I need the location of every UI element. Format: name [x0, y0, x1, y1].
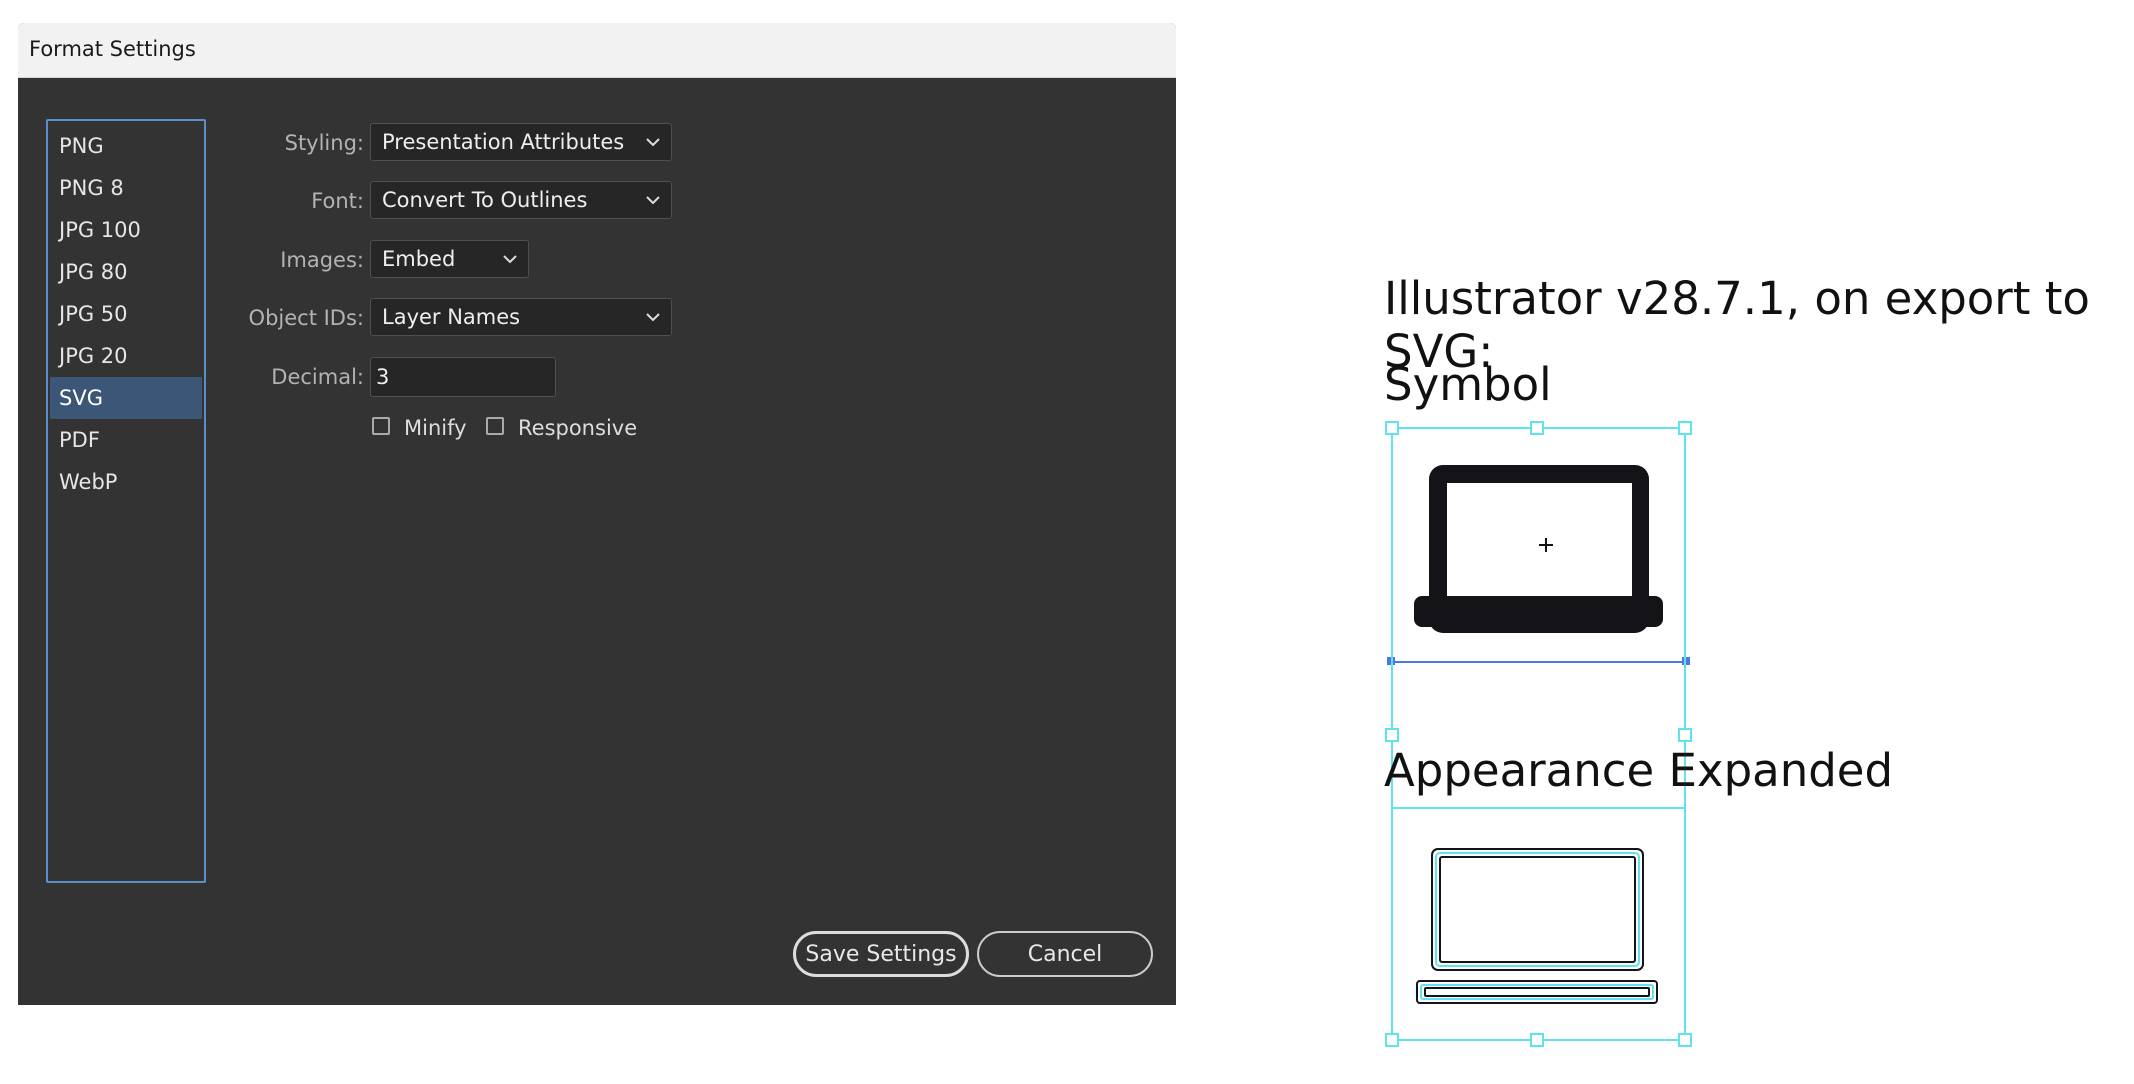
artwork-canvas — [1385, 421, 1692, 1047]
laptop-outline-icon[interactable] — [1416, 848, 1658, 1004]
appearance-expanded-label: Appearance Expanded — [1384, 744, 1894, 797]
laptop-icon[interactable] — [1414, 465, 1663, 633]
